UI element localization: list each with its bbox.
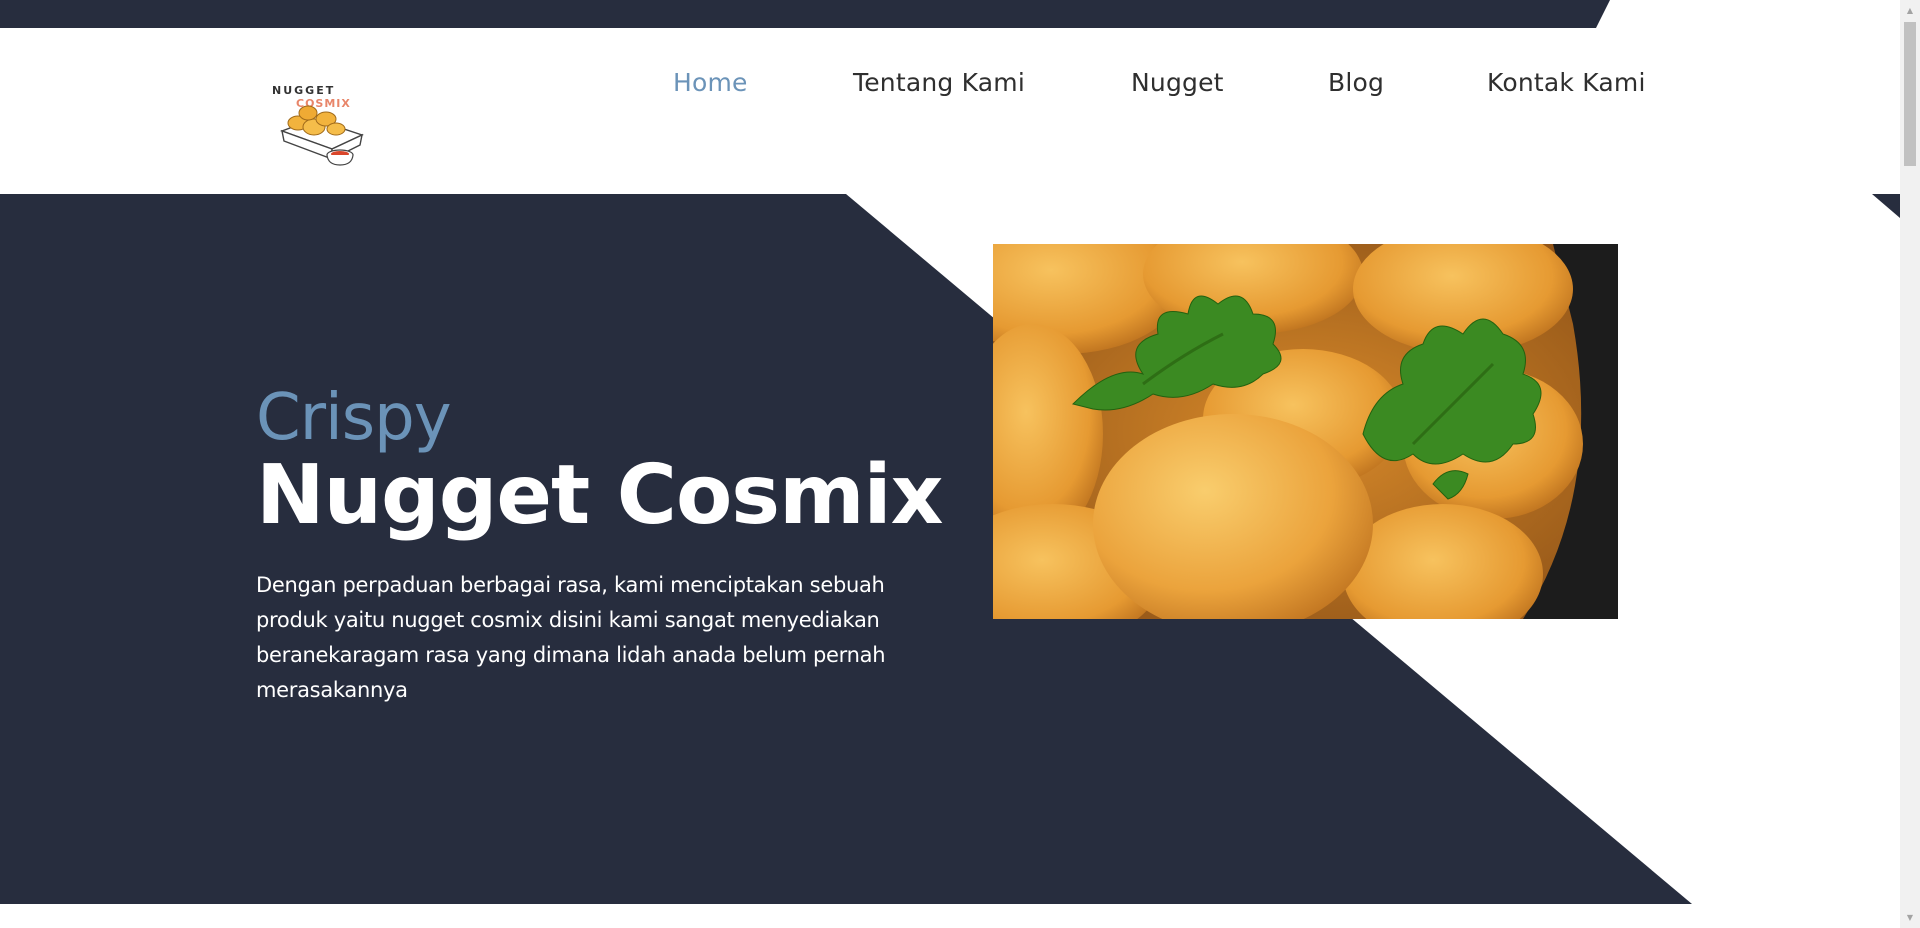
hero-description: Dengan perpaduan berbagai rasa, kami men…: [256, 573, 886, 702]
scroll-down-arrow-icon[interactable]: ▼: [1900, 909, 1920, 926]
hero-text: Crispy Nugget Cosmix Dengan perpaduan be…: [256, 380, 956, 708]
fried-chicken-nuggets-image: [993, 244, 1618, 619]
scrollbar[interactable]: ▲ ▼: [1900, 0, 1920, 928]
top-strip: [0, 0, 1610, 28]
nav-item-home[interactable]: Home: [673, 68, 748, 97]
main-nav: Home Tentang Kami Nugget Blog Kontak Kam…: [0, 68, 1900, 108]
page: NUGGET COSMIX Home Tentang Kami Nugget B…: [0, 0, 1900, 928]
header: NUGGET COSMIX Home Tentang Kami Nugget B…: [0, 28, 1900, 194]
nav-item-blog[interactable]: Blog: [1328, 68, 1384, 97]
nav-item-nugget[interactable]: Nugget: [1131, 68, 1224, 97]
scroll-up-arrow-icon[interactable]: ▲: [1900, 2, 1920, 19]
hero-image: [993, 244, 1618, 619]
hero-title: Nugget Cosmix: [256, 448, 944, 543]
nav-item-kontak-kami[interactable]: Kontak Kami: [1487, 68, 1646, 97]
hero-subtitle: Crispy: [256, 381, 452, 455]
nav-item-tentang-kami[interactable]: Tentang Kami: [853, 68, 1025, 97]
scroll-thumb[interactable]: [1904, 22, 1916, 166]
